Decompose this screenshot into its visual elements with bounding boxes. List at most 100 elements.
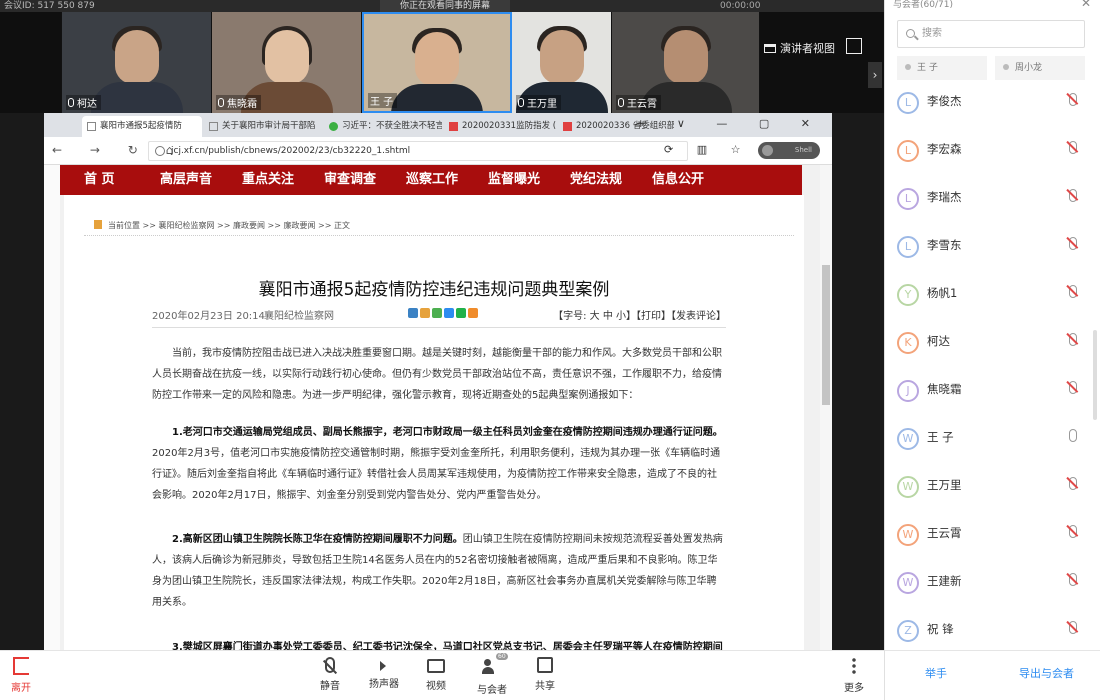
participant-face [663, 30, 708, 84]
participant-name: 王云霄 [927, 526, 962, 540]
participant-face [415, 32, 459, 86]
microphone-muted-icon[interactable] [1069, 141, 1077, 154]
participant-row[interactable]: L 李雪东 [885, 232, 1091, 280]
browser-tab[interactable]: 2020020331监防指发 (20 [444, 116, 556, 137]
share-button[interactable]: 共享 [523, 655, 567, 692]
tab-title: 襄阳市通报5起疫情防 [100, 121, 182, 131]
site-nav-item[interactable]: 首 页 [84, 165, 115, 195]
video-tile[interactable]: 王万里 [512, 12, 612, 113]
profile-button[interactable]: Shell [758, 142, 820, 159]
presenter-view-button[interactable]: 演讲者视图 [764, 38, 835, 58]
close-icon[interactable]: ✕ [1081, 0, 1091, 9]
participant-row[interactable]: W 王建新 [885, 568, 1091, 616]
leave-button[interactable]: 离开 [6, 655, 36, 694]
window-controls[interactable]: + ∨ — ▢ ✕ [636, 117, 824, 130]
participant-row[interactable]: W 王万里 [885, 472, 1091, 520]
paragraph-text: 团山镇卫生院在疫情防控期间未按规范流程妥善处置发热病人，该病人后确诊为新冠肺炎，… [152, 534, 723, 608]
participant-row[interactable]: Z祝 锋 [885, 616, 1091, 648]
site-nav-item[interactable]: 巡察工作 [406, 165, 458, 195]
share-icon[interactable] [444, 308, 454, 318]
page-scrollbar-thumb[interactable] [822, 265, 830, 405]
site-nav-bar: 首 页 高层声音 重点关注 审查调查 巡察工作 监督曝光 党纪法规 信息公开 [60, 165, 802, 195]
participant-search-input[interactable]: 搜索 [897, 20, 1085, 48]
microphone-muted-icon[interactable] [1069, 381, 1077, 394]
participant-row[interactable]: Y 杨帆1 [885, 280, 1091, 328]
share-icon[interactable] [468, 308, 478, 318]
browser-tab[interactable]: 习近平：不获全胜决不轻言 [324, 116, 442, 137]
participant-body [391, 84, 483, 111]
tab-title: 习近平：不获全胜决不轻言 [342, 121, 442, 131]
microphone-muted-icon[interactable] [1069, 621, 1077, 634]
speaker-icon [380, 661, 388, 671]
browser-tab[interactable]: 关于襄阳市审计局干部陷 [204, 116, 322, 137]
participant-row[interactable]: K 柯达 [885, 328, 1091, 376]
avatar: K [897, 332, 919, 354]
share-icon[interactable] [456, 308, 466, 318]
share-icon[interactable] [420, 308, 430, 318]
microphone-muted-icon [325, 657, 335, 673]
article-paragraph: 1.老河口市交通运输局党组成员、副局长熊振宇，老河口市财政局一级主任科员刘金奎在… [152, 422, 724, 506]
participant-list-scrollbar[interactable] [1093, 330, 1097, 420]
share-icon[interactable] [432, 308, 442, 318]
video-tile[interactable]: 王云霄 [612, 12, 760, 113]
participant-name: 柯达 [927, 334, 950, 348]
video-label: 王万里 [516, 95, 561, 110]
fullscreen-icon[interactable] [846, 38, 862, 54]
wechat-icon [329, 122, 338, 131]
participant-row[interactable]: W 王云霄 [885, 520, 1091, 568]
microphone-icon[interactable] [1069, 429, 1077, 442]
site-nav-item[interactable]: 监督曝光 [488, 165, 540, 195]
participants-count-title: 与会者(60/71) [893, 0, 953, 10]
video-tile[interactable]: 焦晓霜 [212, 12, 362, 113]
video-tile[interactable]: 柯达 [62, 12, 212, 113]
microphone-muted-icon[interactable] [1069, 333, 1077, 346]
site-nav-item[interactable]: 审查调查 [324, 165, 376, 195]
breadcrumb-text[interactable]: 当前位置 >> 襄阳纪检监察网 >> 廉政要闻 >> 廉政要闻 >> 正文 [108, 221, 350, 230]
video-button[interactable]: 视频 [414, 655, 458, 692]
video-label: 王 子 [368, 93, 398, 108]
participant-row[interactable]: L 李宏森 [885, 136, 1091, 184]
raise-hand-button[interactable]: 举手 [925, 665, 947, 681]
microphone-muted-icon[interactable] [1069, 189, 1077, 202]
video-participant-name: 王万里 [527, 99, 557, 110]
microphone-muted-icon[interactable] [1069, 525, 1077, 538]
host-chip[interactable]: 王 子 [897, 56, 987, 80]
speaker-button[interactable]: 扬声器 [362, 655, 406, 690]
browser-tab[interactable]: 襄阳市通报5起疫情防 [82, 116, 202, 137]
site-nav-item[interactable]: 党纪法规 [570, 165, 622, 195]
paragraph-text: 当前，我市疫情防控阻击战已进入决战决胜重要窗口期。越是关键时刻，越能衡量干部的能… [152, 348, 722, 401]
article-tools[interactable]: 【字号: 大 中 小】【打印】【发表评论】 [553, 307, 726, 322]
speaker-label: 扬声器 [369, 679, 399, 690]
microphone-muted-icon[interactable] [1069, 237, 1077, 250]
participants-button[interactable]: 60 与会者 [470, 653, 514, 696]
expand-panel-chevron-icon[interactable]: › [868, 62, 882, 88]
meeting-timer: 00:00:00 [720, 1, 761, 11]
share-icon[interactable] [408, 308, 418, 318]
url-input[interactable]: jcj.xf.cn/publish/cbnews/202002/23/cb322… [148, 141, 688, 161]
mute-button[interactable]: 静音 [308, 655, 352, 692]
participant-name: 王 子 [927, 430, 954, 444]
presenter-view-icon [764, 43, 776, 53]
video-tile-active-speaker[interactable]: 王 子 [362, 12, 512, 113]
page-scrollbar[interactable] [820, 165, 832, 650]
article-source[interactable]: 襄阳纪检监察网 [264, 307, 334, 322]
microphone-muted-icon[interactable] [1069, 93, 1077, 106]
more-button[interactable]: 更多 [832, 655, 876, 694]
microphone-muted-icon[interactable] [1069, 285, 1077, 298]
participant-row[interactable]: L 李俊杰 [885, 88, 1091, 136]
info-icon [155, 146, 165, 156]
microphone-muted-icon[interactable] [1069, 477, 1077, 490]
participant-name: 王万里 [927, 478, 962, 492]
mute-label: 静音 [320, 681, 340, 692]
site-nav-item[interactable]: 高层声音 [160, 165, 212, 195]
site-nav-item[interactable]: 重点关注 [242, 165, 294, 195]
host-chip[interactable]: 周小龙 [995, 56, 1085, 80]
microphone-muted-icon[interactable] [1069, 573, 1077, 586]
participant-row[interactable]: W王 子 [885, 424, 1091, 472]
site-nav-item[interactable]: 信息公开 [652, 165, 704, 195]
paragraph-lead: 2.高新区团山镇卫生院院长陈卫华在疫情防控期间履职不力问题。 [172, 534, 463, 545]
participant-face [539, 30, 584, 84]
participant-row[interactable]: L 李瑞杰 [885, 184, 1091, 232]
participant-row[interactable]: J 焦晓霜 [885, 376, 1091, 424]
export-participants-button[interactable]: 导出与会者 [1019, 665, 1074, 681]
